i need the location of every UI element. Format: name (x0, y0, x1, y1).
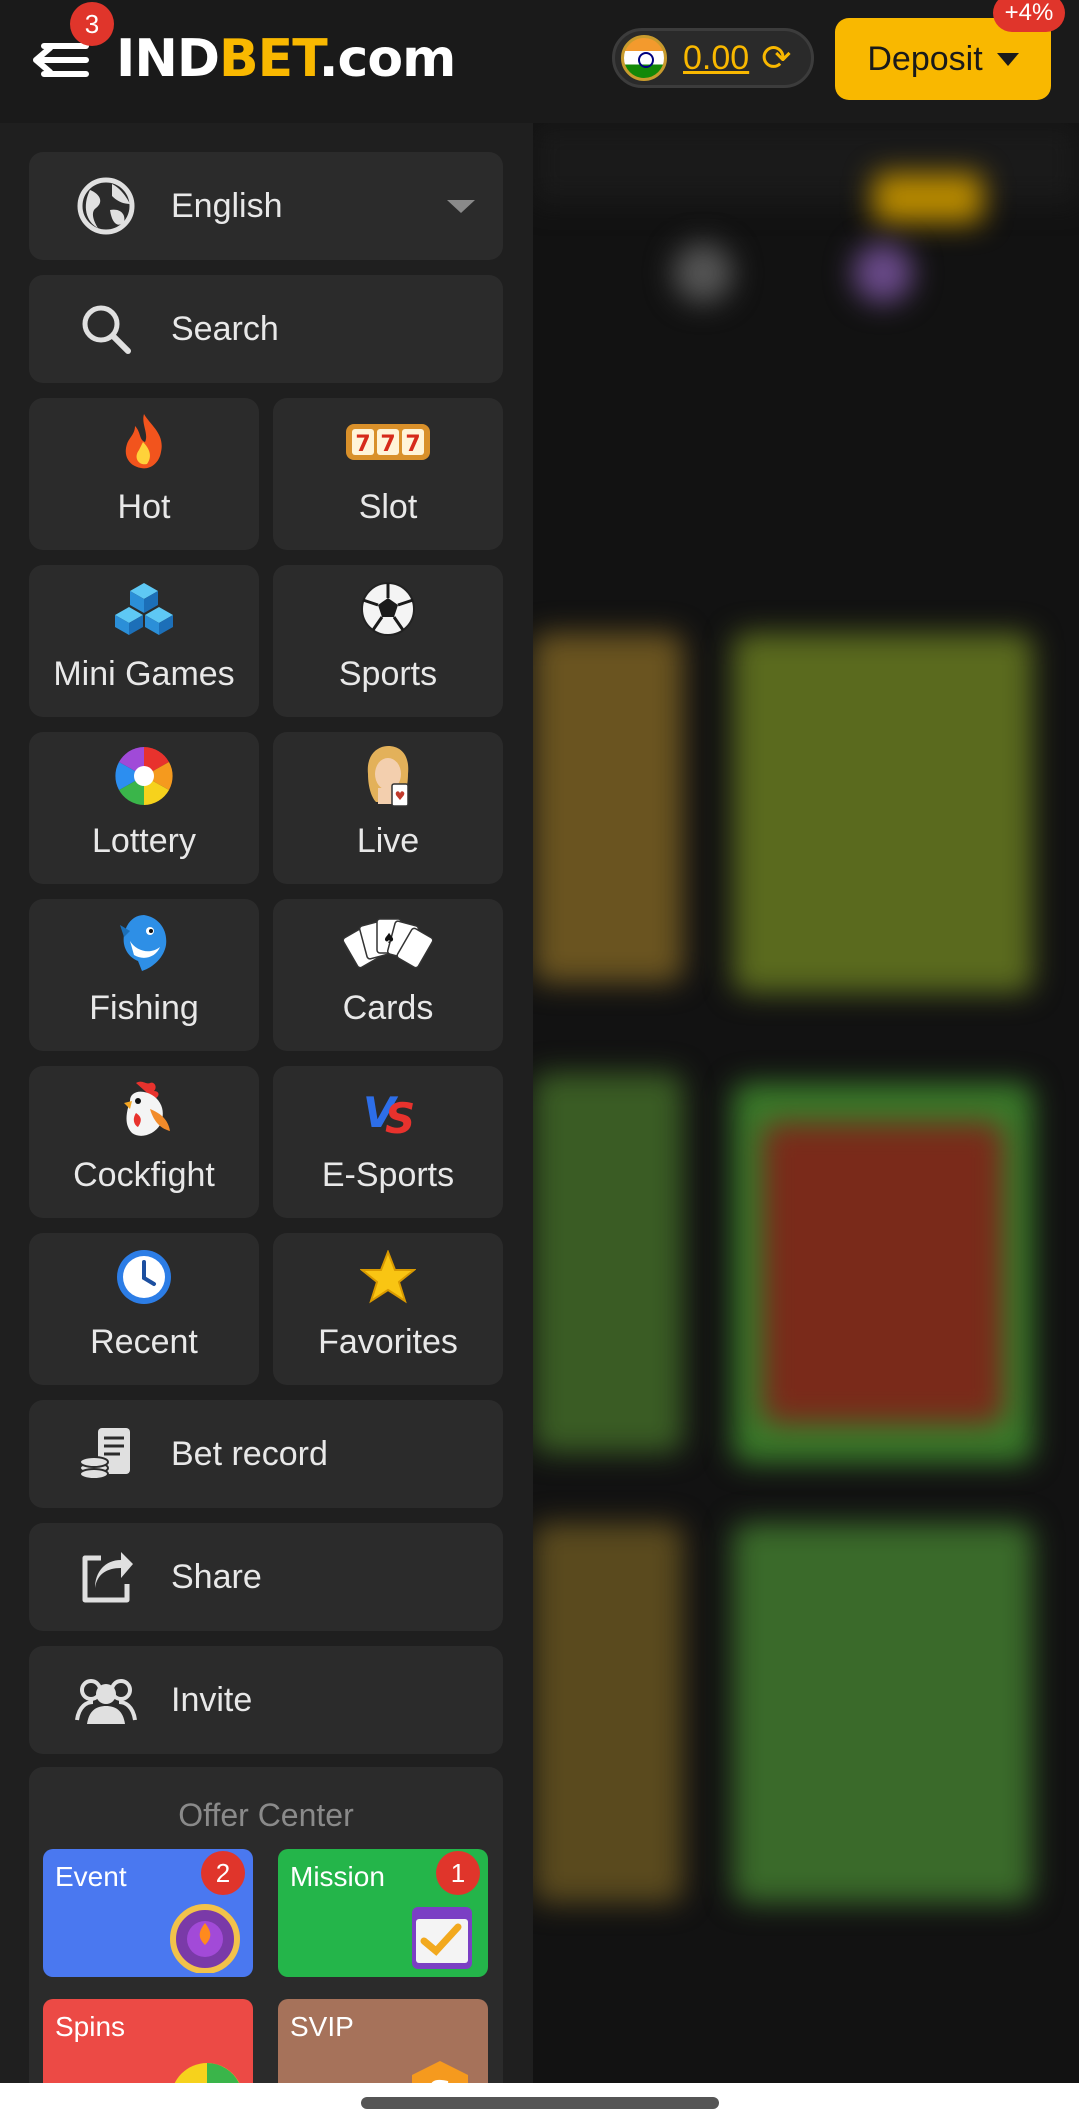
category-lottery[interactable]: Lottery (29, 732, 259, 884)
menu-notification-badge: 3 (70, 2, 114, 46)
category-fishing[interactable]: Fishing (29, 899, 259, 1051)
svg-text:7: 7 (405, 432, 420, 457)
offer-center: Offer Center Event 2 Mission 1 Spins SVI… (29, 1767, 503, 2083)
category-e-sports[interactable]: VS E-Sports (273, 1066, 503, 1218)
india-flag-icon (621, 35, 667, 81)
offer-card-mission[interactable]: Mission 1 (278, 1849, 488, 1977)
background-content-blurred (533, 123, 1079, 2083)
mission-count-badge: 1 (436, 1851, 480, 1895)
dropdown-arrow-icon (447, 200, 475, 213)
svg-text:♠: ♠ (383, 931, 396, 947)
brand-logo[interactable]: INDBET.com (116, 26, 456, 92)
svg-text:7: 7 (355, 432, 370, 457)
clock-icon (29, 1245, 259, 1309)
dealer-icon: ♥ (273, 744, 503, 808)
category-sports[interactable]: Sports (273, 565, 503, 717)
offer-center-title: Offer Center (178, 1797, 354, 1833)
category-recent[interactable]: Recent (29, 1233, 259, 1385)
bet-record-item[interactable]: Bet record (29, 1400, 503, 1508)
system-navigation-bar (0, 2083, 1079, 2127)
deposit-bonus-badge: +4% (993, 0, 1065, 32)
playing-cards-icon: ♠ (273, 911, 503, 975)
search-label: Search (171, 309, 279, 348)
bet-record-icon (73, 1424, 139, 1484)
star-icon (273, 1245, 503, 1309)
lottery-wheel-icon (29, 744, 259, 808)
svg-text:7: 7 (380, 432, 395, 457)
invite-item[interactable]: Invite (29, 1646, 503, 1754)
top-header: 3 INDBET.com 0.00 ⟳ Deposit +4% (0, 0, 1079, 123)
caret-down-icon (996, 52, 1019, 66)
invite-users-icon (73, 1674, 139, 1726)
svip-coin-icon: S (412, 2061, 468, 2083)
blocks-icon (29, 577, 259, 641)
slot-777-icon: 777 (273, 410, 503, 474)
language-selector[interactable]: English (29, 152, 503, 260)
rooster-icon (29, 1078, 259, 1142)
category-cards[interactable]: ♠ Cards (273, 899, 503, 1051)
event-count-badge: 2 (201, 1851, 245, 1895)
mission-calendar-icon (412, 1907, 472, 1969)
menu-collapse-button[interactable]: 3 (30, 2, 114, 92)
home-indicator[interactable] (361, 2097, 719, 2109)
search-icon (73, 301, 139, 357)
language-label: English (171, 186, 283, 225)
category-favorites[interactable]: Favorites (273, 1233, 503, 1385)
category-slot[interactable]: 777 Slot (273, 398, 503, 550)
invite-label: Invite (171, 1680, 253, 1719)
wallet-balance[interactable]: 0.00 ⟳ (612, 28, 814, 88)
offer-card-event[interactable]: Event 2 (43, 1849, 253, 1977)
category-hot[interactable]: Hot (29, 398, 259, 550)
svg-text:♥: ♥ (395, 789, 406, 803)
share-item[interactable]: Share (29, 1523, 503, 1631)
soccer-ball-icon (273, 577, 503, 641)
deposit-label: Deposit (867, 39, 983, 78)
svg-text:S: S (428, 2074, 453, 2083)
category-cockfight[interactable]: Cockfight (29, 1066, 259, 1218)
refresh-icon[interactable]: ⟳ (761, 37, 791, 79)
category-mini-games[interactable]: Mini Games (29, 565, 259, 717)
share-icon (73, 1548, 139, 1606)
bet-record-label: Bet record (171, 1434, 328, 1473)
offer-card-svip[interactable]: SVIP S (278, 1999, 488, 2083)
svg-text:S: S (385, 1094, 415, 1137)
globe-icon (73, 176, 139, 236)
offer-card-spins[interactable]: Spins (43, 1999, 253, 2083)
app-screen: 3 INDBET.com 0.00 ⟳ Deposit +4% English … (0, 0, 1079, 2127)
side-drawer-menu: English Search Hot 777 Slot Mini Games S… (0, 123, 533, 2083)
versus-icon: VS (273, 1078, 503, 1142)
balance-amount: 0.00 (683, 38, 750, 77)
event-wheel-icon (170, 1904, 240, 1973)
search-item[interactable]: Search (29, 275, 503, 383)
flame-icon (29, 410, 259, 474)
share-label: Share (171, 1557, 262, 1596)
category-live[interactable]: ♥ Live (273, 732, 503, 884)
shark-icon (29, 911, 259, 975)
spin-wheel-icon (174, 2063, 240, 2083)
